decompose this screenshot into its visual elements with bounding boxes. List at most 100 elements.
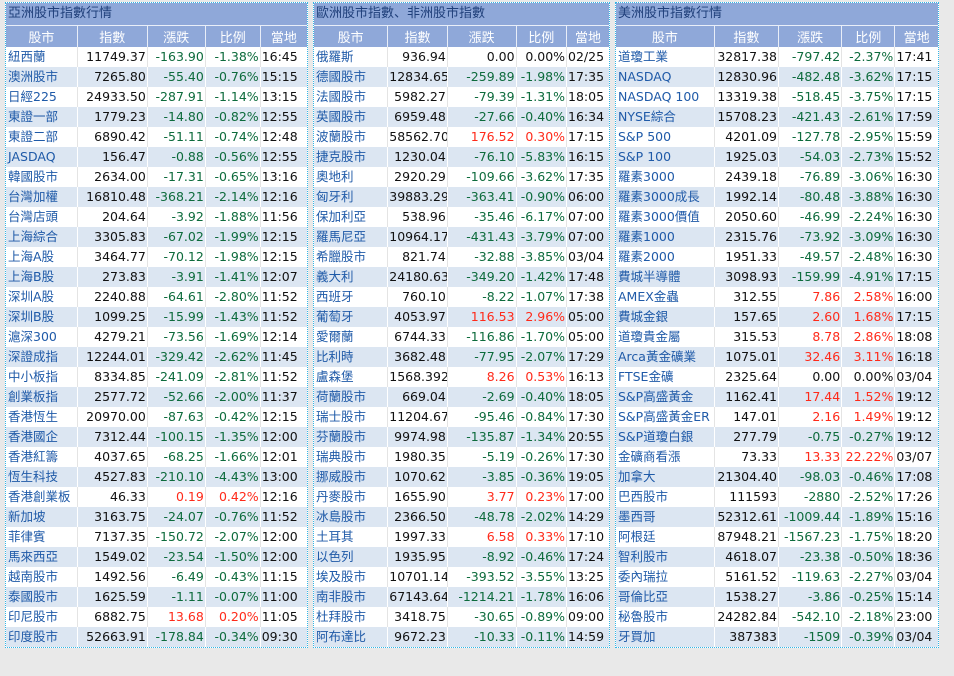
cell-market[interactable]: 保加利亞	[314, 207, 388, 227]
cell-market[interactable]: 阿根廷	[616, 527, 714, 547]
cell-market[interactable]: 愛爾蘭	[314, 327, 388, 347]
cell-market[interactable]: 金礦商看漲	[616, 447, 714, 467]
cell-market[interactable]: 香港國企	[6, 427, 78, 447]
cell-market[interactable]: 捷克股市	[314, 147, 388, 167]
cell-market[interactable]: 韓國股市	[6, 167, 77, 187]
cell-market[interactable]: 法國股市	[314, 87, 388, 107]
cell-market[interactable]: 費城半導體	[616, 267, 715, 287]
column-header-market[interactable]: 股市	[6, 25, 78, 47]
cell-market[interactable]: 墨西哥	[616, 507, 715, 527]
cell-market[interactable]: 泰國股市	[6, 587, 78, 607]
cell-market[interactable]: 冰島股市	[314, 507, 388, 527]
cell-market[interactable]: 中小板指	[6, 367, 77, 387]
cell-market[interactable]: 阿布達比	[314, 627, 388, 647]
cell-market[interactable]: AMEX金蟲	[616, 287, 714, 307]
cell-market[interactable]: 盧森堡	[314, 367, 388, 387]
cell-market[interactable]: 深圳A股	[6, 287, 77, 307]
cell-market[interactable]: 費城金銀	[616, 307, 715, 327]
cell-market[interactable]: 葡萄牙	[314, 307, 388, 327]
cell-market[interactable]: 東證一部	[6, 107, 78, 127]
cell-market[interactable]: 丹麥股市	[314, 487, 388, 507]
cell-market[interactable]: 菲律賓	[6, 527, 77, 547]
cell-market[interactable]: 匈牙利	[314, 187, 388, 207]
column-header-change[interactable]: 漲跌	[146, 25, 206, 47]
cell-market[interactable]: NYSE綜合	[616, 107, 715, 127]
cell-market[interactable]: 恆生科技	[6, 467, 78, 487]
cell-market[interactable]: 上海B股	[6, 267, 78, 287]
column-header-change[interactable]: 漲跌	[446, 25, 517, 47]
cell-market[interactable]: 以色列	[314, 547, 388, 567]
cell-market[interactable]: 波蘭股市	[314, 127, 388, 147]
cell-market[interactable]: 東證二部	[6, 127, 77, 147]
cell-market[interactable]: NASDAQ	[616, 67, 715, 87]
cell-market[interactable]: 挪威股市	[314, 467, 388, 487]
cell-market[interactable]: S&P道瓊白銀	[616, 427, 715, 447]
column-header-market[interactable]: 股市	[314, 25, 388, 47]
cell-market[interactable]: 智利股市	[616, 547, 715, 567]
column-header-market[interactable]: 股市	[616, 25, 715, 47]
cell-market[interactable]: 南非股市	[314, 587, 388, 607]
cell-market[interactable]: 俄羅斯	[314, 47, 388, 67]
cell-market[interactable]: S&P高盛黃金ER	[616, 407, 714, 427]
cell-market[interactable]: FTSE金礦	[616, 367, 714, 387]
cell-market[interactable]: 紐西蘭	[6, 47, 77, 67]
column-header-local-time[interactable]: 當地	[259, 25, 307, 47]
cell-market[interactable]: 瑞士股市	[314, 407, 388, 427]
cell-market[interactable]: 道瓊工業	[616, 47, 714, 67]
cell-market[interactable]: JASDAQ	[6, 147, 78, 167]
cell-market[interactable]: 芬蘭股市	[314, 427, 388, 447]
cell-market[interactable]: 荷蘭股市	[314, 387, 388, 407]
cell-market[interactable]: 西班牙	[314, 287, 388, 307]
column-header-percent[interactable]: 比例	[515, 25, 567, 47]
cell-market[interactable]: 德國股市	[314, 67, 388, 87]
column-header-local-time[interactable]: 當地	[894, 25, 938, 47]
cell-market[interactable]: 香港恆生	[6, 407, 77, 427]
cell-market[interactable]: 創業板指	[6, 387, 78, 407]
column-header-index[interactable]: 指數	[76, 25, 148, 47]
cell-market[interactable]: 深圳B股	[6, 307, 78, 327]
cell-market[interactable]: 上海綜合	[6, 227, 78, 247]
cell-market[interactable]: NASDAQ 100	[616, 87, 714, 107]
column-header-change[interactable]: 漲跌	[777, 25, 842, 47]
cell-market[interactable]: 委內瑞拉	[616, 567, 714, 587]
cell-market[interactable]: 台灣加權	[6, 187, 78, 207]
cell-market[interactable]: 台灣店頭	[6, 207, 77, 227]
cell-market[interactable]: S&P 100	[616, 147, 715, 167]
cell-market[interactable]: 巴西股市	[616, 487, 714, 507]
cell-market[interactable]: 羅素3000價值	[616, 207, 714, 227]
cell-market[interactable]: 羅馬尼亞	[314, 227, 388, 247]
cell-market[interactable]: 澳洲股市	[6, 67, 78, 87]
cell-market[interactable]: 土耳其	[314, 527, 388, 547]
cell-market[interactable]: 羅素3000	[616, 167, 714, 187]
cell-market[interactable]: 比利時	[314, 347, 388, 367]
column-header-percent[interactable]: 比例	[841, 25, 895, 47]
column-header-local-time[interactable]: 當地	[566, 25, 609, 47]
cell-market[interactable]: 深證成指	[6, 347, 78, 367]
cell-market[interactable]: 上海A股	[6, 247, 77, 267]
cell-market[interactable]: 牙買加	[616, 627, 715, 647]
cell-market[interactable]: 新加坡	[6, 507, 78, 527]
cell-market[interactable]: S&P高盛黃金	[616, 387, 715, 407]
column-header-percent[interactable]: 比例	[204, 25, 261, 47]
cell-market[interactable]: 印度股市	[6, 627, 78, 647]
cell-market[interactable]: 加拿大	[616, 467, 715, 487]
cell-market[interactable]: 奧地利	[314, 167, 388, 187]
cell-market[interactable]: 香港創業板	[6, 487, 77, 507]
cell-market[interactable]: 羅素1000	[616, 227, 715, 247]
cell-market[interactable]: 道瓊貴金屬	[616, 327, 714, 347]
cell-market[interactable]: 秘魯股市	[616, 607, 714, 627]
cell-market[interactable]: 杜拜股市	[314, 607, 388, 627]
cell-market[interactable]: 義大利	[314, 267, 388, 287]
cell-market[interactable]: 羅素3000成長	[616, 187, 715, 207]
cell-market[interactable]: 羅素2000	[616, 247, 714, 267]
cell-market[interactable]: 馬來西亞	[6, 547, 78, 567]
cell-market[interactable]: 日經225	[6, 87, 77, 107]
cell-market[interactable]: 印尼股市	[6, 607, 77, 627]
column-header-index[interactable]: 指數	[713, 25, 779, 47]
cell-market[interactable]: 越南股市	[6, 567, 77, 587]
cell-market[interactable]: 香港紅籌	[6, 447, 77, 467]
cell-market[interactable]: 瑞典股市	[314, 447, 388, 467]
cell-market[interactable]: Arca黃金礦業	[616, 347, 715, 367]
cell-market[interactable]: 滬深300	[6, 327, 77, 347]
cell-market[interactable]: 埃及股市	[314, 567, 388, 587]
